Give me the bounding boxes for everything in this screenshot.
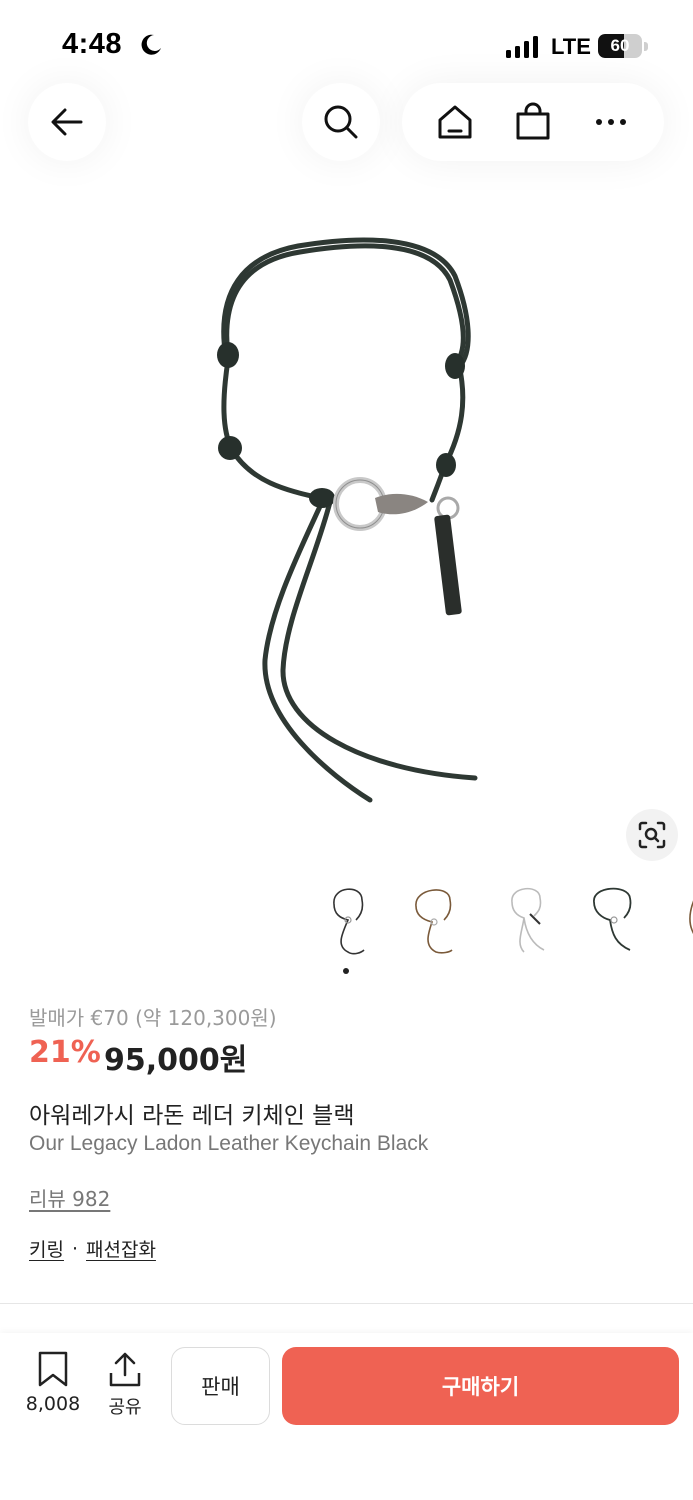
lens-search-button[interactable] [626,809,678,861]
battery-icon: 60 [598,34,648,58]
thumbnail[interactable] [398,880,470,960]
status-bar: 4:48 LTE 60 [0,0,693,80]
product-title-korean: 아워레가시 라돈 레더 키체인 블랙 [29,1103,355,1129]
battery-percent: 60 [610,36,630,55]
bookmark-count: 8,008 [25,1393,81,1415]
buy-button[interactable]: 구매하기 [282,1347,679,1425]
share-icon [109,1352,141,1387]
category-separator: · [71,1237,79,1260]
category-link-keyring[interactable]: 키링 [29,1235,64,1262]
more-button[interactable] [589,100,633,144]
more-icon [596,119,626,125]
search-button[interactable] [302,83,380,161]
network-type: LTE [551,34,591,59]
share-button[interactable]: 공유 [100,1351,150,1425]
thumbnail[interactable] [312,880,384,960]
category-breadcrumb: 키링 · 패션잡화 [29,1235,156,1262]
thumbnail[interactable] [492,880,564,960]
category-link-fashion-goods[interactable]: 패션잡화 [86,1235,156,1262]
search-icon [324,105,358,139]
review-link[interactable]: 리뷰 982 [29,1183,110,1212]
sale-price: 95,000원 [104,1043,248,1078]
bookmark-button[interactable]: 8,008 [20,1351,86,1425]
nav-actions-group [402,83,664,161]
sell-button[interactable]: 판매 [171,1347,270,1425]
back-arrow-icon [51,108,83,136]
lens-search-icon [638,821,666,849]
signal-icon [506,36,538,58]
thumbnail-strip [310,880,693,960]
discount-rate: 21% [29,1035,101,1070]
keychain-illustration [217,237,478,803]
bookmark-icon [38,1351,68,1387]
moon-icon [141,34,161,55]
back-button[interactable] [28,83,106,161]
shopping-bag-icon [516,102,550,140]
status-time: 4:48 [62,28,123,60]
share-label: 공유 [108,1397,142,1418]
thumbnail[interactable] [672,880,693,960]
original-price: 발매가 €70 (약 120,300원) [29,1006,277,1030]
bottom-action-bar: 8,008 공유 판매 구매하기 [0,1333,693,1500]
product-image[interactable] [0,180,693,870]
cart-button[interactable] [511,100,555,144]
home-icon [438,105,472,139]
gallery-page-indicator [343,968,349,974]
product-title-english: Our Legacy Ladon Leather Keychain Black [29,1132,429,1155]
home-button[interactable] [433,100,477,144]
thumbnail[interactable] [578,880,650,960]
section-divider [0,1303,693,1304]
